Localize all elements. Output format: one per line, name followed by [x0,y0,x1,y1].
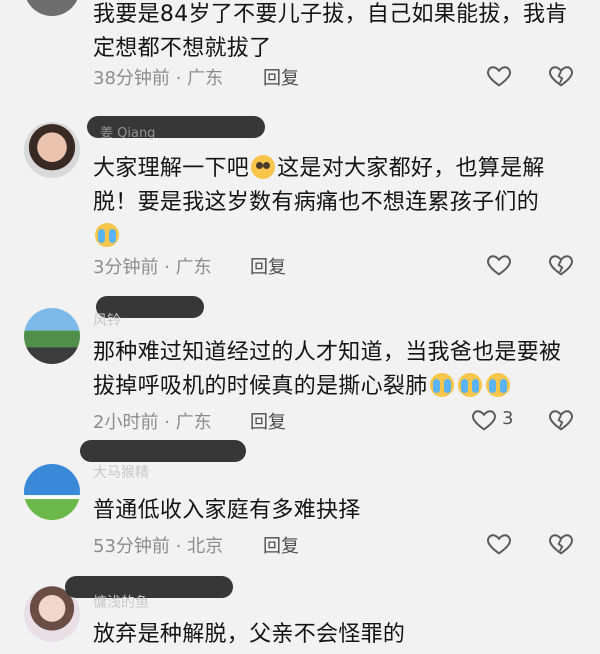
heart-outline-icon[interactable] [485,62,513,90]
comment-2: 姜 Qiang 大家理解一下吧 这是对大家都好，也算是解脱！要是我这岁数有病痛也不… [0,108,600,288]
heart-outline-icon[interactable] [485,530,513,558]
reply-button[interactable]: 回复 [250,253,286,279]
broken-heart-icon[interactable] [547,62,575,90]
comment-3: 风铃 那种难过知道经过的人才知道，当我爸也是要被拔掉呼吸机的时候真的是撕心裂肺 … [0,290,600,440]
comment-time-location: 38分钟前 · 广东 [93,68,224,89]
comment-text: 我要是84岁了不要儿子拔，自己如果能拔，我肯定想都不想就拔了 [93,2,568,61]
username[interactable]: 慵浅的鱼 [93,592,149,612]
reply-button[interactable]: 回复 [263,532,299,558]
comment-time-location: 2小时前 · 广东 [93,412,212,433]
username[interactable]: 大马猴精 [93,462,149,482]
comment-text: 那种难过知道经过的人才知道，当我爸也是要被拔掉呼吸机的时候真的是撕心裂肺 [93,336,573,404]
loudly-crying-face-emoji [429,373,454,397]
avatar[interactable] [24,122,80,178]
username[interactable]: 风铃 [93,310,121,330]
comment-1: 我要是84岁了不要儿子拔，自己如果能拔，我肯定想都不想就拔了 38分钟前 · 广… [0,0,600,98]
comment-text: 放弃是种解脱，父亲不会怪罪的 [93,622,406,647]
comment-time-location: 53分钟前 · 北京 [93,536,224,557]
comment-text: 普通低收入家庭有多难抉择 [93,498,361,523]
username[interactable]: 姜 Qiang [100,122,155,141]
loudly-crying-face-emoji [457,373,482,397]
heart-outline-icon[interactable] [485,251,513,279]
avatar[interactable] [24,308,80,364]
loudly-crying-face-emoji [95,223,119,247]
broken-heart-icon[interactable] [547,530,575,558]
comment-4: 大马猴精 普通低收入家庭有多难抉择 53分钟前 · 北京 回复 [0,436,600,566]
comment-5: 慵浅的鱼 放弃是种解脱，父亲不会怪罪的 [0,566,600,654]
avatar[interactable] [24,0,80,16]
comment-time-location: 3分钟前 · 广东 [93,257,212,278]
broken-heart-icon[interactable] [547,251,575,279]
heart-outline-icon[interactable] [470,406,498,434]
reply-button[interactable]: 回复 [250,408,286,434]
redacted-username [80,440,246,462]
loudly-crying-face-emoji [485,373,510,397]
comment-text: 大家理解一下吧 这是对大家都好，也算是解脱！要是我这岁数有病痛也不想连累孩子们的 [93,152,573,254]
pleading-face-emoji [251,155,276,179]
broken-heart-icon[interactable] [547,406,575,434]
reply-button[interactable]: 回复 [263,64,299,90]
comment-text-part-1: 大家理解一下吧 [93,156,250,181]
avatar[interactable] [24,464,80,520]
redacted-username [65,576,233,598]
like-count: 3 [502,408,514,429]
